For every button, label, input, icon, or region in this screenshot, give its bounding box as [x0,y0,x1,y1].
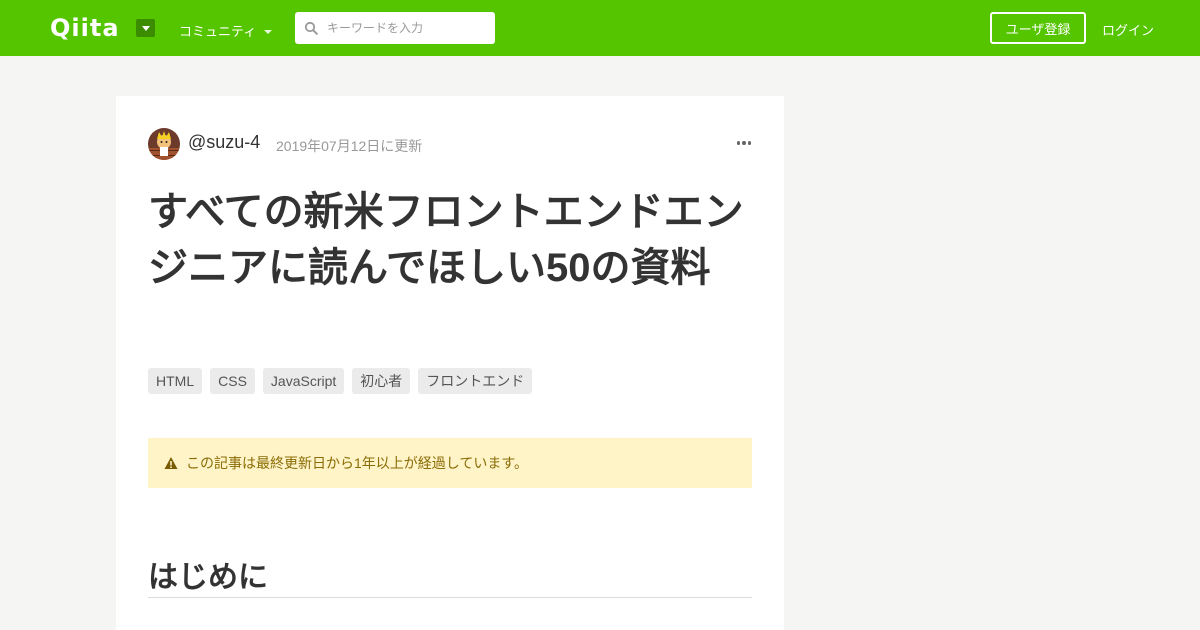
heading-divider [148,597,752,598]
section-heading: はじめに [148,561,268,594]
search-input[interactable] [295,12,495,44]
avatar-image [148,128,180,160]
global-header: Qiita コミュニティ ユーザ登録 ログイン [0,0,1200,56]
tag-list: HTML CSS JavaScript 初心者 フロントエンド [148,368,533,394]
tag-javascript[interactable]: JavaScript [262,368,345,394]
tag-html[interactable]: HTML [148,368,203,394]
login-link[interactable]: ログイン [1102,20,1154,39]
tag-css[interactable]: CSS [210,368,255,394]
outdated-notice: この記事は最終更新日から1年以上が経過しています。 [148,438,752,488]
search-box [295,12,495,44]
tag-beginner[interactable]: 初心者 [352,368,411,394]
more-options-icon[interactable] [737,141,751,146]
signup-button[interactable]: ユーザ登録 [990,12,1086,44]
caret-down-icon [264,29,273,34]
qiita-logo[interactable]: Qiita [50,14,120,42]
community-menu[interactable]: コミュニティ [179,21,273,40]
article-title: すべての新米フロントエンドエンジニアに読んでほしい50の資料 [148,190,744,290]
search-icon [304,21,318,35]
warning-icon [164,457,178,469]
updated-date: 2019年07月12日に更新 [276,138,423,154]
tag-frontend[interactable]: フロントエンド [418,368,533,394]
logo-dropdown-button[interactable] [136,19,155,37]
notice-text: この記事は最終更新日から1年以上が経過しています。 [186,455,528,471]
author-avatar[interactable] [148,128,180,160]
caret-down-icon [141,25,150,31]
article-card: @suzu-4 2019年07月12日に更新 すべての新米フロントエンドエンジニ… [116,96,784,630]
author-username[interactable]: @suzu-4 [188,132,260,153]
community-label: コミュニティ [179,24,257,39]
